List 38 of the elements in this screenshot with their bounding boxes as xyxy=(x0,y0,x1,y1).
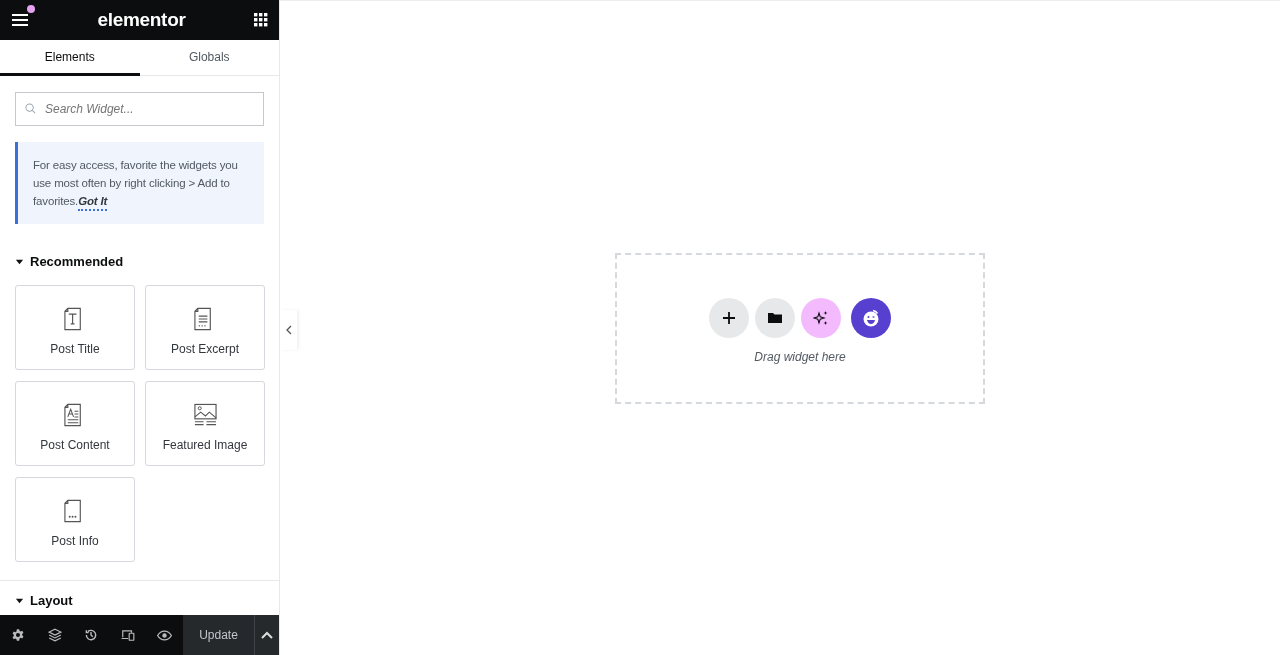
folder-icon xyxy=(768,312,782,323)
caret-icon xyxy=(15,257,24,266)
eye-icon xyxy=(157,627,173,643)
sparkle-icon xyxy=(813,309,829,326)
widget-card[interactable]: Post Content xyxy=(15,381,135,466)
search-icon xyxy=(25,103,36,114)
widget-card[interactable]: Post Excerpt xyxy=(145,285,265,370)
panel-tab[interactable]: Elements xyxy=(0,40,140,76)
section-toggle[interactable]: Layout xyxy=(15,593,73,608)
caret-icon xyxy=(15,596,24,605)
drop-zone[interactable]: Drag widget here xyxy=(615,253,985,404)
menu-icon xyxy=(11,13,29,27)
plus-icon xyxy=(723,311,735,324)
add-section-button[interactable] xyxy=(709,297,749,338)
layers-icon xyxy=(47,628,62,642)
widget-card[interactable]: Featured Image xyxy=(145,381,265,466)
settings-icon xyxy=(11,628,26,642)
grid-icon xyxy=(254,13,268,27)
smiley-icon xyxy=(861,307,881,328)
widget-card[interactable]: Post Title xyxy=(15,285,135,370)
update-button[interactable]: Update xyxy=(183,615,255,655)
drop-hint: Drag widget here xyxy=(754,349,846,364)
logo-text: elementor xyxy=(97,9,186,31)
got-it-link[interactable]: Got It xyxy=(78,195,108,211)
chevron-up-icon xyxy=(261,631,273,639)
history-icon xyxy=(84,628,99,642)
notice-text: For easy access, favorite the widgets you use most often by right clicking > Add to favorites.Got It xyxy=(33,159,238,211)
collapse-handle[interactable] xyxy=(280,310,297,350)
responsive-icon xyxy=(121,628,136,642)
ai-button[interactable] xyxy=(801,297,841,338)
section-toggle[interactable]: Recommended xyxy=(15,254,124,269)
template-button[interactable] xyxy=(755,297,795,338)
kit-button[interactable] xyxy=(851,297,891,338)
chevron-left-icon xyxy=(285,325,292,335)
widget-card[interactable]: Post Info xyxy=(15,477,135,562)
search-field[interactable]: Search Widget... xyxy=(15,92,264,126)
panel-tab[interactable]: Globals xyxy=(139,40,279,76)
expand-button[interactable] xyxy=(255,615,279,655)
